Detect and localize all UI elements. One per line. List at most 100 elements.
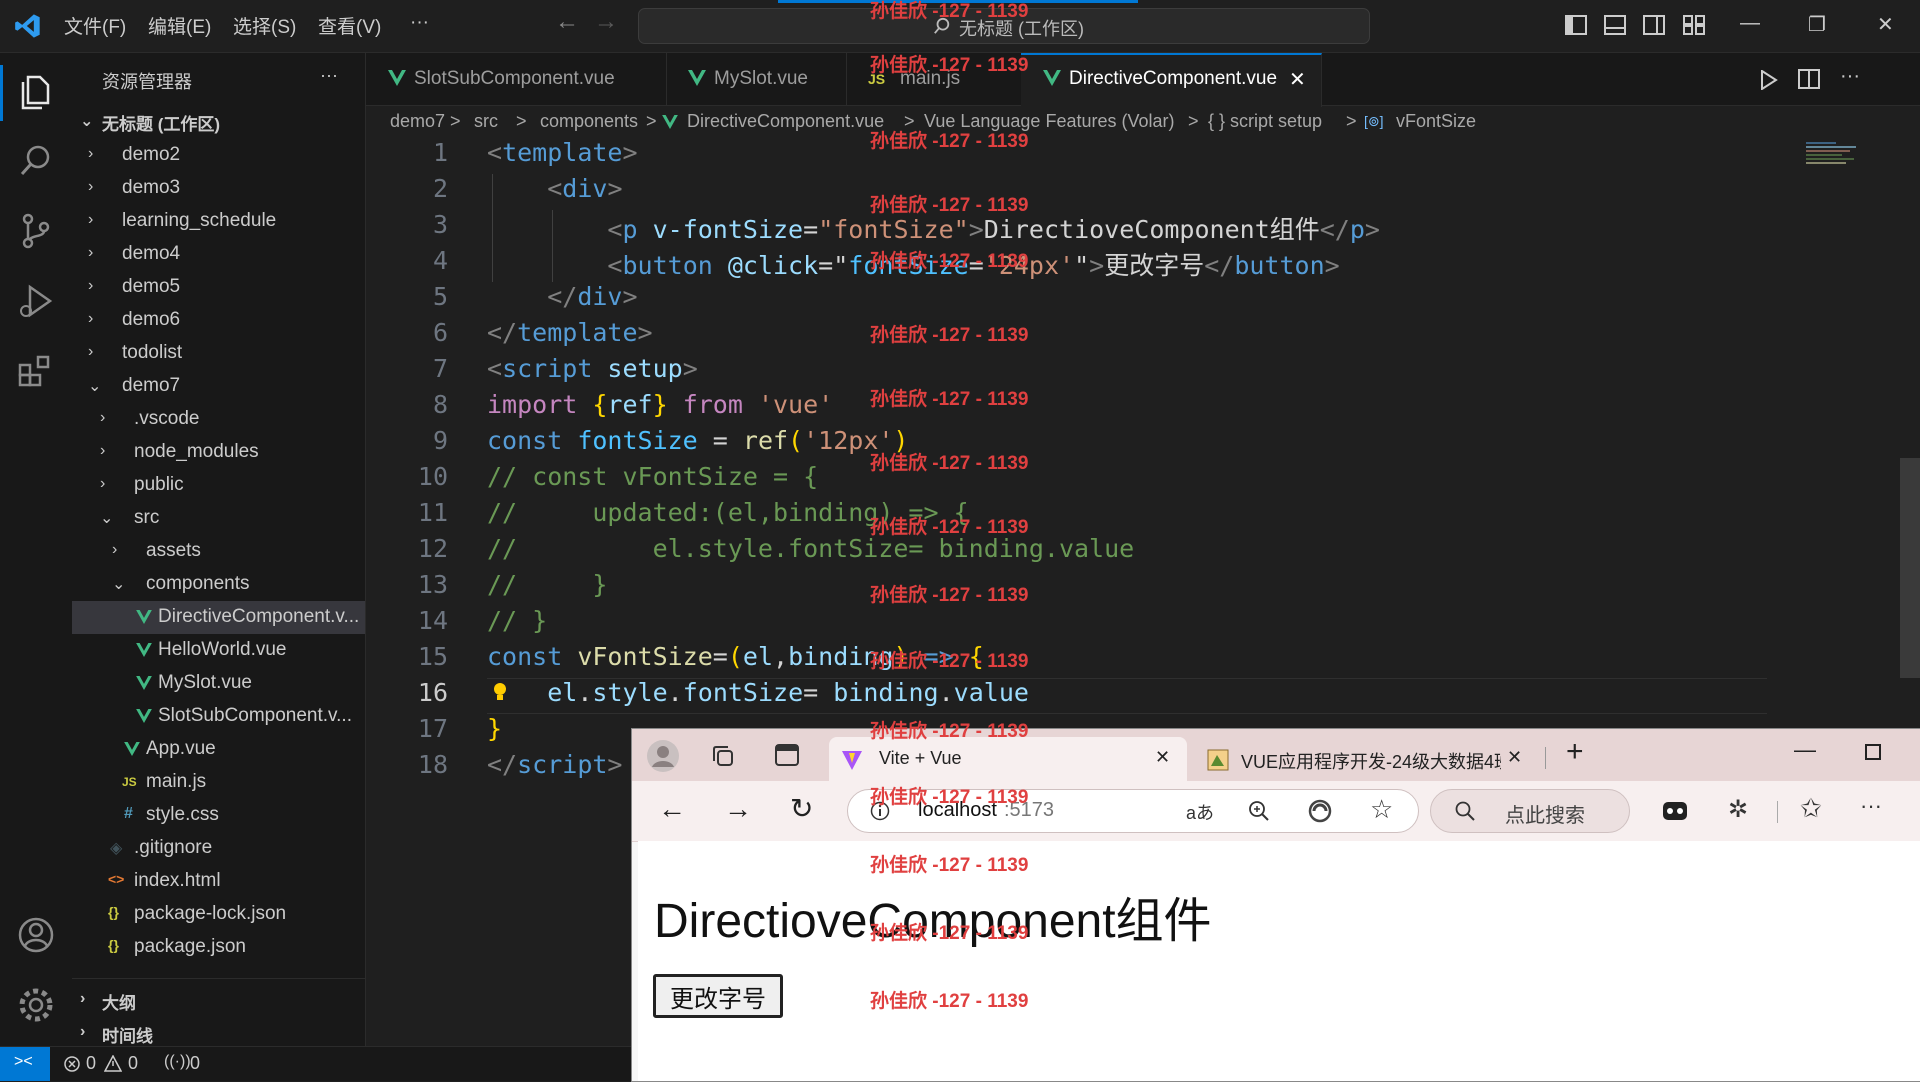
profile-avatar-icon[interactable] [646,739,680,773]
vscode-logo-icon[interactable] [14,12,42,40]
toggle-sidebar-icon[interactable] [1565,15,1587,35]
line-number: 16 [417,678,448,707]
back-arrow-icon[interactable]: ← [555,8,579,36]
tree-file[interactable]: App.vue [72,733,365,766]
browser-tab-course[interactable]: VUE应用程序开发-24级大数据4班 ✕ [1197,737,1532,781]
toggle-secondary-sidebar-icon[interactable] [1643,15,1665,35]
explorer-more-button[interactable]: ··· [320,65,338,86]
tree-item-label: main.js [146,771,207,792]
tree-folder[interactable]: ⌄ components [72,568,365,601]
tab-directivecomponent[interactable]: DirectiveComponent.vue ✕ [1021,53,1322,107]
tree-folder[interactable]: › demo5 [72,271,365,304]
browser-tab-vite[interactable]: Vite + Vue ✕ [829,737,1187,781]
tree-folder[interactable]: › demo3 [72,172,365,205]
browser-maximize-icon[interactable] [1865,744,1881,760]
toggle-panel-icon[interactable] [1604,15,1626,35]
extensions-puzzle-icon[interactable]: ✲ [1728,795,1748,824]
tab-actions-icon[interactable] [774,743,800,767]
browser-more-button[interactable]: ··· [1860,793,1882,819]
tree-folder[interactable]: › learning_schedule [72,205,365,238]
menu-edit[interactable]: 编辑(E) [148,12,211,39]
tree-folder[interactable]: › demo2 [72,139,365,172]
favorite-star-icon[interactable]: ☆ [1370,794,1393,825]
run-icon[interactable] [1760,70,1778,90]
accounts-icon[interactable] [16,915,56,955]
minimap[interactable] [1806,140,1870,176]
tree-file[interactable]: DirectiveComponent.v... [72,601,365,634]
search-icon[interactable] [16,141,56,181]
collections-icon[interactable] [710,743,736,769]
settings-gear-icon[interactable] [16,985,56,1025]
tree-file[interactable]: HelloWorld.vue [72,634,365,667]
menu-selection[interactable]: 选择(S) [233,12,296,39]
tree-folder[interactable]: › public [72,469,365,502]
forward-arrow-icon[interactable]: → [724,793,752,825]
close-window-icon[interactable]: ✕ [1877,12,1894,37]
customize-layout-icon[interactable] [1683,15,1705,35]
back-arrow-icon[interactable]: ← [658,793,686,825]
browser-minimize-icon[interactable]: — [1794,737,1816,763]
new-tab-button[interactable]: + [1566,735,1584,769]
breadcrumb-demo7[interactable]: demo7 [390,111,445,132]
tree-folder[interactable]: › demo6 [72,304,365,337]
forward-arrow-icon[interactable]: → [594,8,618,36]
split-editor-icon[interactable] [1798,69,1820,89]
tree-file[interactable]: {} package.json [72,931,365,964]
tree-folder[interactable]: › assets [72,535,365,568]
warning-icon[interactable] [104,1055,122,1072]
breadcrumb-script-setup[interactable]: { } script setup [1208,111,1322,132]
tree-folder[interactable]: ⌄ demo7 [72,370,365,403]
breadcrumb-components[interactable]: components [540,111,638,132]
close-tab-icon[interactable]: ✕ [1155,747,1170,768]
tree-file[interactable]: JS main.js [72,766,365,799]
breadcrumb-symbol[interactable]: vFontSize [1396,111,1476,132]
menu-file[interactable]: 文件(F) [64,12,126,39]
tab-myslot[interactable]: MySlot.vue [666,53,847,105]
menu-more[interactable]: ··· [410,12,429,34]
close-tab-icon[interactable]: ✕ [1507,747,1522,768]
tree-file[interactable]: MySlot.vue [72,667,365,700]
outline-section[interactable]: › 大纲 [72,984,365,1017]
ports-count[interactable]: 0 [190,1053,200,1074]
tree-file[interactable]: {} package-lock.json [72,898,365,931]
tree-file[interactable]: SlotSubComponent.v... [72,700,365,733]
edge-sync-icon[interactable] [1308,799,1332,823]
favorites-icon[interactable]: ✩ [1800,793,1822,824]
read-aloud-icon[interactable]: aあ [1186,799,1214,825]
editor-scrollbar[interactable] [1900,458,1920,678]
source-control-icon[interactable] [16,211,56,251]
remote-indicator[interactable]: >< [0,1047,50,1081]
tree-file[interactable]: ◈ .gitignore [72,832,365,865]
change-font-size-button[interactable]: 更改字号 [653,974,783,1018]
code-line-9: const fontSize = ref('12px') [487,426,909,455]
tree-folder[interactable]: › node_modules [72,436,365,469]
tree-folder[interactable]: ⌄ src [72,502,365,535]
close-tab-icon[interactable]: ✕ [1289,67,1306,92]
workspace-header[interactable]: ⌄ 无标题 (工作区) [72,105,365,138]
explorer-icon[interactable] [16,71,56,111]
error-icon[interactable] [64,1056,80,1072]
tree-file[interactable]: <> index.html [72,865,365,898]
ports-icon[interactable]: ((·)) [164,1053,191,1071]
run-debug-icon[interactable] [16,281,56,321]
restore-icon[interactable]: ❐ [1808,12,1826,37]
error-count[interactable]: 0 [86,1053,96,1074]
tree-folder[interactable]: › todolist [72,337,365,370]
tree-folder[interactable]: › demo4 [72,238,365,271]
warning-count[interactable]: 0 [128,1053,138,1074]
extensions-icon[interactable] [16,351,56,391]
browser-search-box[interactable]: 点此搜索 [1430,789,1630,833]
tree-folder[interactable]: › .vscode [72,403,365,436]
menu-view[interactable]: 查看(V) [318,12,381,39]
lightbulb-icon[interactable] [492,682,508,704]
editor-more-button[interactable]: ··· [1840,65,1860,88]
code-line-18: </script> [487,750,623,779]
refresh-icon[interactable]: ↻ [790,792,813,825]
zoom-icon[interactable] [1248,800,1270,822]
extension-icon[interactable] [1662,800,1688,822]
tab-slotsubcomponent[interactable]: SlotSubComponent.vue [366,53,667,105]
tree-file[interactable]: # style.css [72,799,365,832]
breadcrumb-file[interactable]: DirectiveComponent.vue [687,111,884,132]
breadcrumb-src[interactable]: src [474,111,498,132]
minimize-icon[interactable]: — [1740,12,1760,35]
